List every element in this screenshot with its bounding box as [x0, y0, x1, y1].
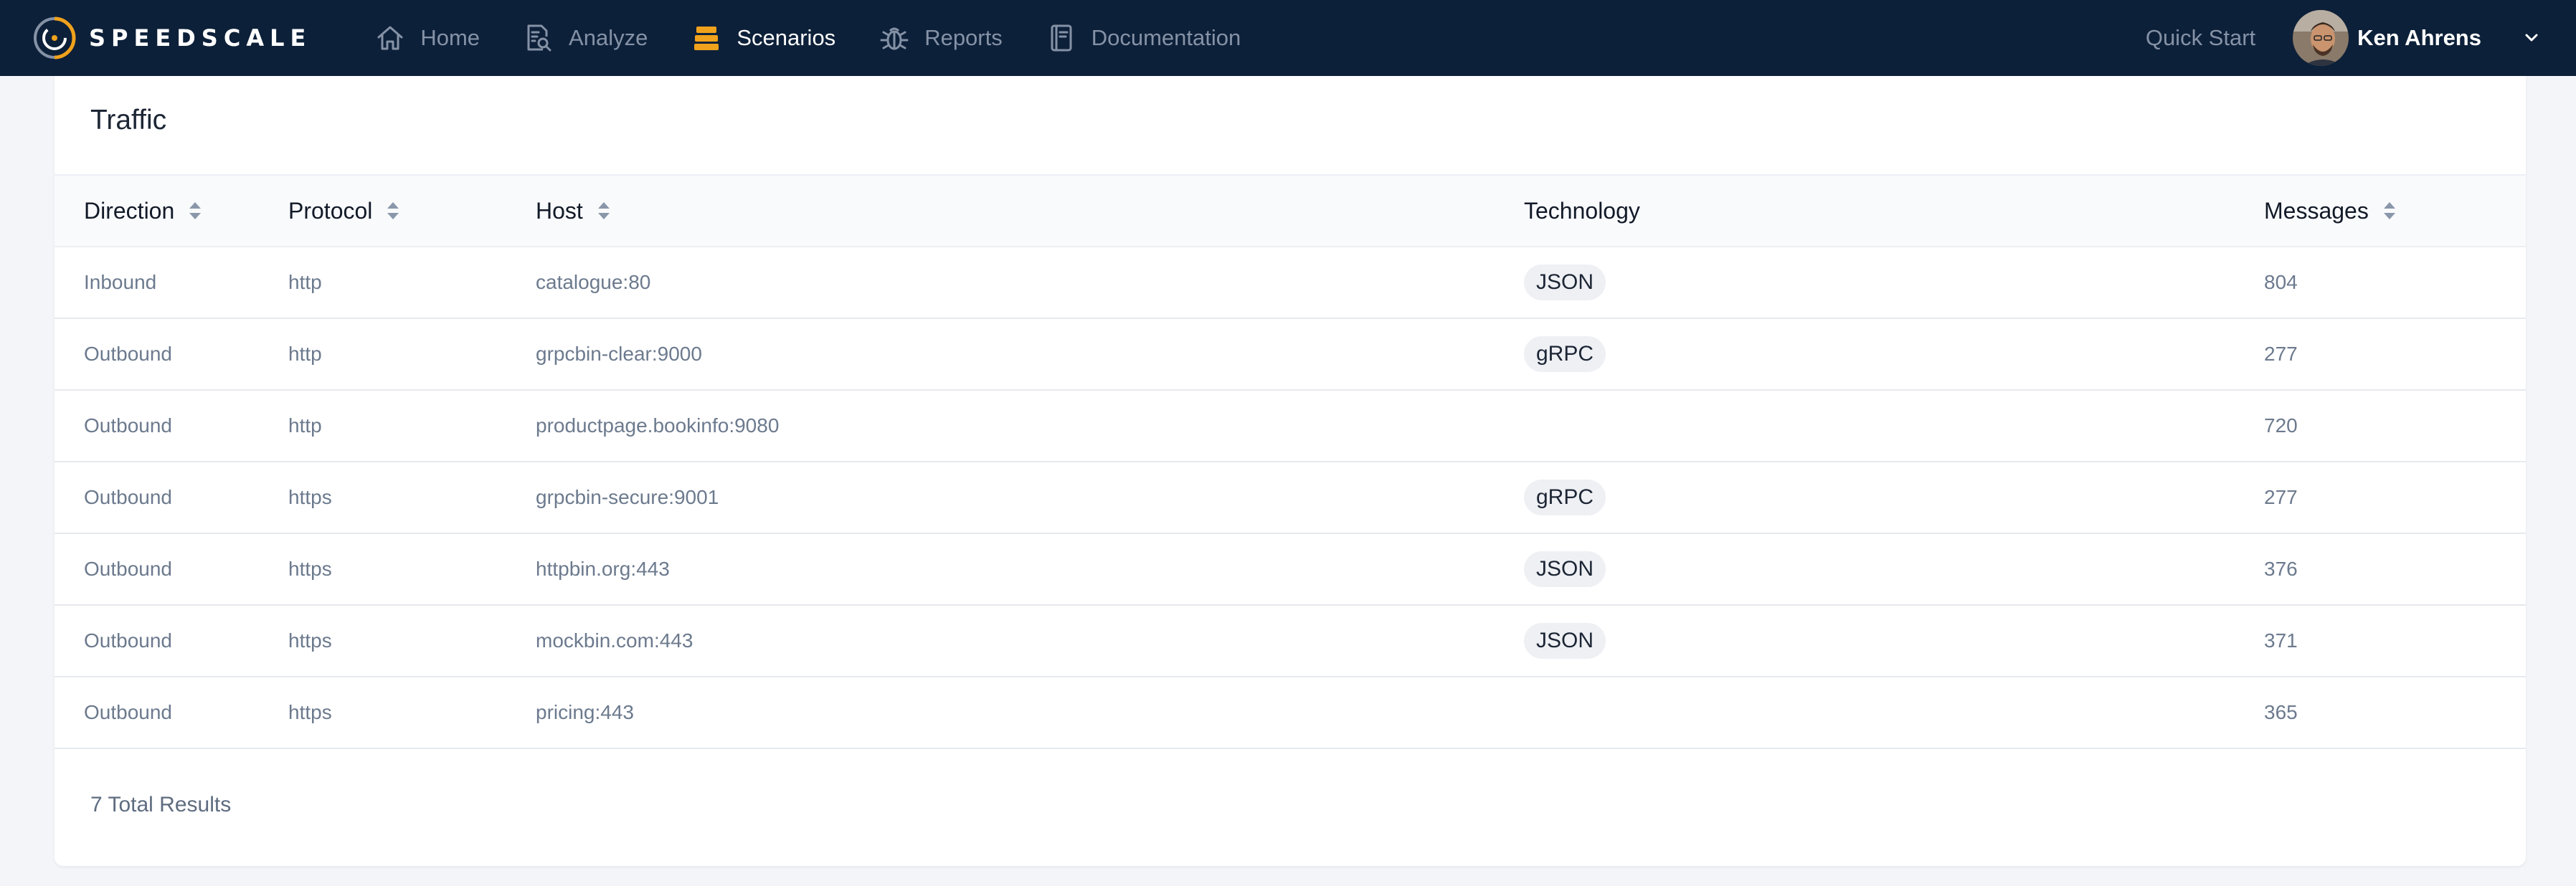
column-header-technology-label: Technology [1524, 197, 1640, 224]
column-header-messages-label: Messages [2264, 197, 2369, 224]
chevron-down-icon[interactable] [2519, 25, 2544, 51]
cell-direction: Inbound [55, 247, 288, 319]
quick-start-link[interactable]: Quick Start [2146, 25, 2255, 51]
cell-host: mockbin.com:443 [536, 605, 1524, 677]
nav-label-scenarios: Scenarios [737, 25, 836, 50]
nav-item-documentation[interactable]: Documentation [1046, 22, 1241, 54]
cell-messages: 371 [2264, 605, 2526, 677]
cell-messages: 376 [2264, 533, 2526, 606]
table-row[interactable]: Outbound https httpbin.org:443 JSON 376 [55, 533, 2526, 606]
sort-icon[interactable] [385, 199, 401, 222]
speedscale-logo-icon [34, 16, 76, 59]
bug-icon [880, 27, 909, 50]
analyze-icon [527, 24, 551, 52]
cell-messages: 720 [2264, 390, 2526, 462]
cell-messages: 804 [2264, 247, 2526, 319]
column-header-messages[interactable]: Messages [2264, 174, 2526, 247]
table-row[interactable]: Outbound https mockbin.com:443 JSON 371 [55, 605, 2526, 677]
cell-direction: Outbound [55, 605, 288, 677]
technology-badge: gRPC [1524, 336, 1606, 372]
table-row[interactable]: Inbound http catalogue:80 JSON 804 [55, 247, 2526, 319]
column-header-direction[interactable]: Direction [55, 174, 288, 247]
cell-protocol: https [288, 533, 536, 606]
cell-protocol: http [288, 390, 536, 462]
technology-badge: gRPC [1524, 480, 1606, 515]
cell-technology [1524, 677, 2264, 749]
nav-item-analyze[interactable]: Analyze [523, 22, 648, 54]
technology-badge: JSON [1524, 623, 1606, 659]
table-row[interactable]: Outbound https pricing:443 365 [55, 677, 2526, 749]
cell-direction: Outbound [55, 318, 288, 391]
user-area: Quick Start Ken Ahrens [2146, 10, 2576, 66]
cell-protocol: http [288, 247, 536, 319]
cell-direction: Outbound [55, 677, 288, 749]
brand-name: SPEEDSCALE [89, 24, 312, 52]
table-row[interactable]: Outbound https grpcbin-secure:9001 gRPC … [55, 462, 2526, 534]
column-header-direction-label: Direction [84, 197, 175, 224]
cell-technology [1524, 390, 2264, 462]
sort-icon[interactable] [2382, 199, 2397, 222]
nav-label-home: Home [420, 25, 480, 50]
column-header-protocol-label: Protocol [288, 197, 373, 224]
column-header-technology: Technology [1524, 174, 2264, 247]
cell-technology: JSON [1524, 247, 2264, 319]
cell-technology: gRPC [1524, 318, 2264, 391]
nav-label-reports: Reports [924, 25, 1003, 50]
cell-host: grpcbin-clear:9000 [536, 318, 1524, 391]
nav-item-home[interactable]: Home [374, 22, 480, 54]
document-icon [1051, 24, 1072, 52]
main-nav: Home Analyze Scenarios Reports Documenta… [374, 22, 1284, 54]
cell-messages: 277 [2264, 462, 2526, 534]
nav-label-analyze: Analyze [569, 25, 648, 50]
table-header-row: Direction Protocol Host Technology Messa… [55, 174, 2526, 247]
card-title: Traffic [90, 105, 167, 135]
home-icon [377, 26, 403, 50]
traffic-table: Direction Protocol Host Technology Messa… [55, 174, 2526, 749]
cell-protocol: https [288, 677, 536, 749]
cell-protocol: http [288, 318, 536, 391]
traffic-card: Traffic Direction Protocol Host Technolo… [55, 76, 2526, 866]
cell-protocol: https [288, 605, 536, 677]
cell-direction: Outbound [55, 462, 288, 534]
technology-badge: JSON [1524, 265, 1606, 300]
cell-host: grpcbin-secure:9001 [536, 462, 1524, 534]
avatar[interactable] [2293, 10, 2349, 66]
cell-host: httpbin.org:443 [536, 533, 1524, 606]
table-row[interactable]: Outbound http grpcbin-clear:9000 gRPC 27… [55, 318, 2526, 391]
cell-technology: JSON [1524, 605, 2264, 677]
column-header-protocol[interactable]: Protocol [288, 174, 536, 247]
cell-host: pricing:443 [536, 677, 1524, 749]
total-results: 7 Total Results [90, 793, 232, 816]
column-header-host[interactable]: Host [536, 174, 1524, 247]
cell-technology: gRPC [1524, 462, 2264, 534]
cell-host: catalogue:80 [536, 247, 1524, 319]
top-navbar: SPEEDSCALE Home Analyze Scenarios Report… [0, 0, 2576, 76]
cell-technology: JSON [1524, 533, 2264, 606]
nav-label-documentation: Documentation [1091, 25, 1241, 50]
technology-badge: JSON [1524, 551, 1606, 587]
user-name: Ken Ahrens [2357, 25, 2481, 50]
cell-direction: Outbound [55, 390, 288, 462]
nav-item-scenarios[interactable]: Scenarios [691, 22, 835, 54]
speedscale-logo[interactable]: SPEEDSCALE [32, 15, 311, 61]
cell-direction: Outbound [55, 533, 288, 606]
sort-icon[interactable] [596, 199, 612, 222]
sort-icon[interactable] [187, 199, 203, 222]
cell-messages: 365 [2264, 677, 2526, 749]
cell-host: productpage.bookinfo:9080 [536, 390, 1524, 462]
cell-messages: 277 [2264, 318, 2526, 391]
cell-protocol: https [288, 462, 536, 534]
scenarios-icon [694, 27, 719, 50]
column-header-host-label: Host [536, 197, 583, 224]
table-row[interactable]: Outbound http productpage.bookinfo:9080 … [55, 390, 2526, 462]
nav-item-reports[interactable]: Reports [879, 22, 1003, 54]
